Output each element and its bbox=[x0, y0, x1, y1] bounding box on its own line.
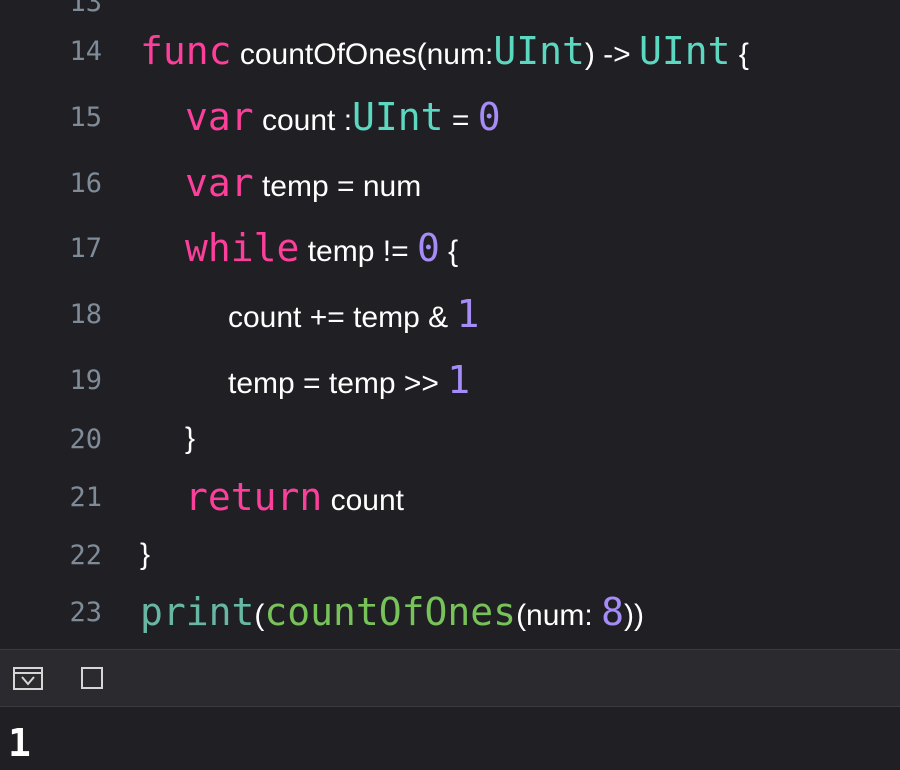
plain-token: { bbox=[439, 235, 459, 268]
code-content: return count bbox=[185, 475, 404, 519]
plain-token: temp = temp >> bbox=[228, 367, 448, 400]
keyword-token: var bbox=[185, 161, 254, 205]
plain-token: count : bbox=[253, 104, 353, 137]
plain-token: temp != bbox=[299, 235, 417, 268]
debug-toolbar bbox=[0, 649, 900, 707]
plain-token: = bbox=[443, 104, 478, 137]
code-content: } bbox=[140, 538, 150, 572]
plain-token: ) -> bbox=[584, 38, 639, 71]
code-line: 14 func countOfOnes(num: UInt ) -> UInt … bbox=[0, 21, 900, 81]
number-token: 1 bbox=[447, 358, 471, 402]
line-number: 21 bbox=[69, 481, 102, 513]
keyword-token: var bbox=[185, 95, 254, 139]
plain-token: temp = num bbox=[253, 170, 422, 203]
type-token: UInt bbox=[352, 95, 444, 139]
code-content: var temp = num bbox=[185, 161, 421, 205]
function-call-token: countOfOnes bbox=[264, 590, 517, 634]
code-content: var count : UInt = 0 bbox=[185, 95, 501, 139]
line-number: 22 bbox=[69, 539, 102, 571]
plain-token: )) bbox=[623, 599, 644, 632]
code-line: 19 temp = temp >> 1 bbox=[0, 350, 900, 410]
code-content: print ( countOfOnes (num: 8 )) bbox=[140, 590, 644, 634]
clear-console-icon[interactable] bbox=[81, 667, 107, 691]
code-line: 20 } bbox=[0, 409, 900, 469]
number-token: 0 bbox=[416, 226, 440, 270]
plain-token: countOfOnes(num: bbox=[231, 38, 494, 71]
code-content: while temp != 0 { bbox=[185, 226, 458, 270]
plain-token: { bbox=[730, 38, 749, 71]
console-output[interactable]: 1 bbox=[0, 707, 900, 770]
line-number: 20 bbox=[69, 423, 102, 455]
line-number: 16 bbox=[69, 167, 102, 199]
code-content: count += temp & 1 bbox=[228, 292, 479, 336]
code-line: 15 var count : UInt = 0 bbox=[0, 87, 900, 147]
code-editor[interactable]: 13 14 func countOfOnes(num: UInt ) -> UI… bbox=[0, 0, 900, 649]
type-token: UInt bbox=[493, 29, 585, 73]
number-token: 8 bbox=[601, 590, 624, 634]
line-number: 15 bbox=[69, 101, 102, 133]
code-line: 16 var temp = num bbox=[0, 153, 900, 213]
console-output-text: 1 bbox=[8, 721, 31, 765]
plain-token: count bbox=[322, 484, 405, 517]
keyword-token: return bbox=[185, 475, 323, 519]
line-number: 14 bbox=[69, 35, 102, 67]
code-line: 22 } bbox=[0, 525, 900, 585]
type-token: UInt bbox=[639, 29, 731, 73]
code-content: func countOfOnes(num: UInt ) -> UInt { bbox=[140, 29, 749, 73]
line-number: 17 bbox=[69, 232, 102, 264]
plain-token: } bbox=[140, 538, 151, 571]
code-line: 18 count += temp & 1 bbox=[0, 284, 900, 344]
function-token: print bbox=[140, 590, 255, 634]
code-line: 17 while temp != 0 { bbox=[0, 218, 900, 278]
line-number: 19 bbox=[69, 364, 102, 396]
number-token: 0 bbox=[477, 95, 501, 139]
line-number: 18 bbox=[69, 298, 102, 330]
number-token: 1 bbox=[456, 292, 480, 336]
line-number: 23 bbox=[69, 596, 102, 628]
plain-token: count += temp & bbox=[228, 301, 457, 334]
plain-token: (num: bbox=[516, 599, 602, 632]
code-line: 21 return count bbox=[0, 467, 900, 527]
plain-token: } bbox=[185, 422, 196, 455]
code-content: } bbox=[185, 422, 195, 456]
hide-debug-area-icon[interactable] bbox=[13, 667, 43, 691]
keyword-token: func bbox=[140, 29, 232, 73]
plain-token: ( bbox=[254, 599, 265, 632]
code-content: temp = temp >> 1 bbox=[228, 358, 470, 402]
code-line: 23 print ( countOfOnes (num: 8 )) bbox=[0, 582, 900, 642]
line-number: 13 bbox=[69, 0, 102, 18]
keyword-token: while bbox=[185, 226, 300, 270]
